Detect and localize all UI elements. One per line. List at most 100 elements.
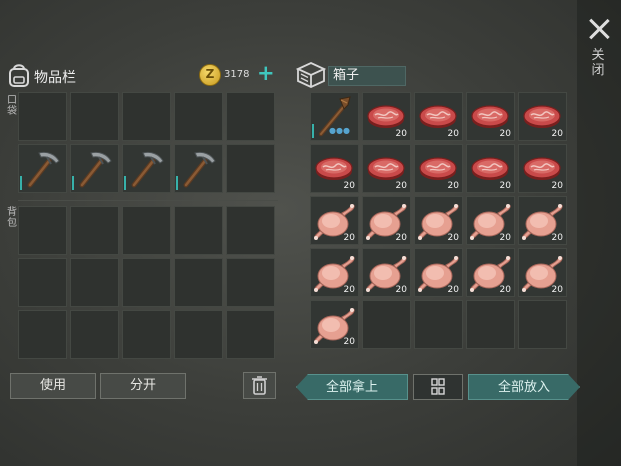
item-count: 20: [343, 181, 355, 191]
hotbar-slot[interactable]: [122, 92, 171, 141]
backpack-slot[interactable]: [18, 206, 67, 255]
backpack-slot[interactable]: [174, 206, 223, 255]
add-coins-button[interactable]: +: [257, 63, 275, 84]
chest-slot[interactable]: 20: [466, 196, 515, 245]
item-count: 20: [551, 233, 563, 243]
backpack-slot[interactable]: [122, 310, 171, 359]
backpack-slot[interactable]: [122, 206, 171, 255]
hotbar-slot[interactable]: [174, 92, 223, 141]
chest-slot[interactable]: 20: [518, 144, 567, 193]
use-button[interactable]: 使用: [10, 373, 96, 399]
storage-box-icon: [296, 62, 326, 88]
chest-header: 箱子: [296, 62, 566, 90]
chest-slot[interactable]: 20: [310, 196, 359, 245]
backpack-slot[interactable]: [18, 258, 67, 307]
item-count: 20: [447, 129, 459, 139]
chest-slot[interactable]: 20: [310, 300, 359, 349]
split-button[interactable]: 分开: [100, 373, 186, 399]
backpack-grid: [18, 206, 275, 359]
backpack-slot[interactable]: [70, 310, 119, 359]
chest-slot[interactable]: 20: [362, 248, 411, 297]
backpack-slot[interactable]: [18, 310, 67, 359]
coin-symbol: Z: [205, 67, 215, 81]
chest-name-field[interactable]: 箱子: [328, 66, 406, 86]
item-count: 20: [447, 233, 459, 243]
hotbar-slot[interactable]: [174, 144, 223, 193]
chest-slot[interactable]: 20: [466, 144, 515, 193]
backpack-slot[interactable]: [70, 206, 119, 255]
chest-slot[interactable]: 20: [362, 144, 411, 193]
chest-slot[interactable]: 20: [518, 248, 567, 297]
chest-slot[interactable]: [466, 300, 515, 349]
chest-slot[interactable]: 20: [362, 196, 411, 245]
hotbar-slot[interactable]: [226, 144, 275, 193]
durability-bar: [72, 176, 74, 190]
item-count: 20: [499, 181, 511, 191]
chest-slot[interactable]: 20: [518, 196, 567, 245]
coin-count: 3178: [224, 69, 250, 80]
trash-icon: [252, 376, 267, 395]
chest-slot[interactable]: 20: [518, 92, 567, 141]
put-all-button[interactable]: 全部放入: [468, 374, 580, 400]
item-count: 20: [343, 233, 355, 243]
item-count: 20: [447, 181, 459, 191]
chest-slot[interactable]: 20: [414, 144, 463, 193]
grid-icon: [431, 378, 445, 395]
durability-bar: [124, 176, 126, 190]
quality-dots-icon: ●●●: [329, 126, 350, 135]
item-count: 20: [551, 181, 563, 191]
chest-slot[interactable]: ●●●: [310, 92, 359, 141]
hotbar-slot[interactable]: [70, 144, 119, 193]
chest-slot[interactable]: 20: [362, 92, 411, 141]
durability-bar: [312, 124, 314, 138]
take-all-button[interactable]: 全部拿上: [296, 374, 408, 400]
item-count: 20: [551, 129, 563, 139]
item-count: 20: [551, 285, 563, 295]
backpack-slot[interactable]: [226, 258, 275, 307]
backpack-slot[interactable]: [226, 310, 275, 359]
backpack-slot[interactable]: [122, 258, 171, 307]
item-count: 20: [343, 285, 355, 295]
chest-slot[interactable]: 20: [414, 248, 463, 297]
item-count: 20: [395, 285, 407, 295]
item-count: 20: [395, 181, 407, 191]
item-count: 20: [395, 129, 407, 139]
backpack-icon: [9, 64, 29, 87]
trash-button[interactable]: [243, 372, 276, 399]
backpack-slot[interactable]: [174, 258, 223, 307]
chest-grid: ●●● 20 20 20 20 20 20 20 20 20 20 20 20 20 20 20 20 20 20 2…: [310, 92, 567, 349]
chest-slot[interactable]: 20: [414, 196, 463, 245]
inventory-title: 物品栏: [34, 70, 76, 86]
backpack-slot[interactable]: [174, 310, 223, 359]
chest-slot[interactable]: 20: [466, 92, 515, 141]
hotbar-grid: [18, 92, 275, 193]
item-count: 20: [395, 233, 407, 243]
hotbar-slot[interactable]: [70, 92, 119, 141]
item-count: 20: [343, 337, 355, 347]
chest-slot[interactable]: 20: [414, 92, 463, 141]
layout-toggle-button[interactable]: [413, 374, 463, 400]
item-count: 20: [499, 233, 511, 243]
chest-slot[interactable]: [414, 300, 463, 349]
chest-slot[interactable]: [518, 300, 567, 349]
chest-slot[interactable]: 20: [310, 144, 359, 193]
chest-slot[interactable]: [362, 300, 411, 349]
durability-bar: [20, 176, 22, 190]
item-count: 20: [447, 285, 459, 295]
section-divider: [18, 200, 278, 201]
chest-slot[interactable]: 20: [466, 248, 515, 297]
close-label[interactable]: 关闭: [590, 48, 606, 78]
coin-icon: Z: [199, 64, 221, 86]
item-count: 20: [499, 129, 511, 139]
backpack-slot[interactable]: [70, 258, 119, 307]
hotbar-slot[interactable]: [18, 92, 67, 141]
hotbar-slot[interactable]: [226, 92, 275, 141]
hotbar-slot[interactable]: [18, 144, 67, 193]
chest-slot[interactable]: 20: [310, 248, 359, 297]
hotbar-slot[interactable]: [122, 144, 171, 193]
backpack-slot[interactable]: [226, 206, 275, 255]
close-icon[interactable]: [586, 16, 612, 42]
inventory-header: 物品栏 Z 3178 +: [6, 60, 278, 90]
right-sidebar: 关闭: [577, 0, 621, 466]
durability-bar: [176, 176, 178, 190]
